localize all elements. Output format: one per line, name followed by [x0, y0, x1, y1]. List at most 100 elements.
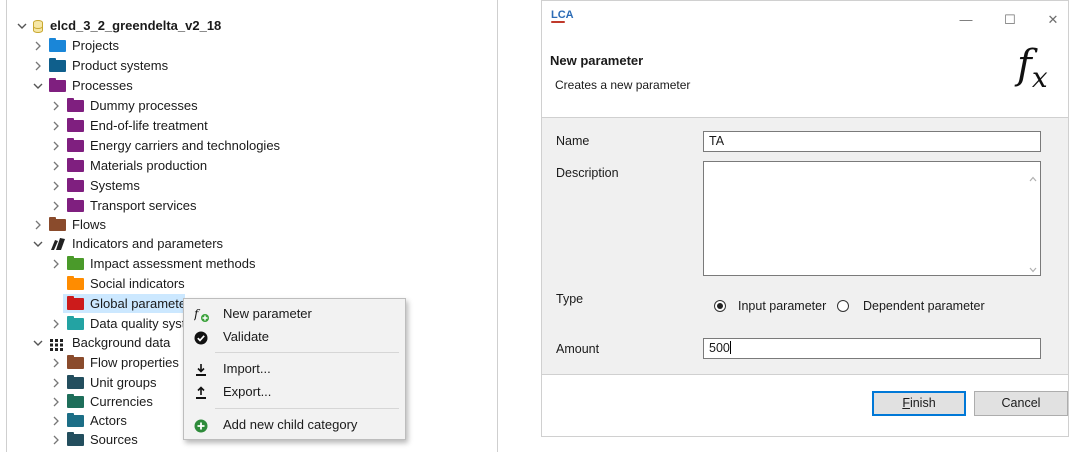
chevron-right-icon[interactable]: [51, 378, 61, 388]
tree-item-label: Currencies: [90, 394, 153, 409]
tree-item-label: Energy carriers and technologies: [90, 138, 281, 153]
tree-root[interactable]: elcd_3_2_greendelta_v2_18: [17, 16, 417, 36]
tree-item-label: Sources: [90, 432, 138, 447]
finish-label-rest: inish: [909, 396, 936, 410]
description-label: Description: [556, 166, 619, 180]
tree-item-dummy-processes[interactable]: Dummy processes: [51, 96, 351, 116]
chevron-right-icon[interactable]: [33, 220, 43, 230]
menu-item-import[interactable]: Import...: [184, 358, 405, 380]
description-field[interactable]: [703, 161, 1041, 276]
menu-item-new-parameter[interactable]: f New parameter: [184, 303, 405, 325]
indicators-icon: [49, 237, 67, 251]
tree-item-end-of-life-treatment[interactable]: End-of-life treatment: [51, 116, 351, 136]
tree-item-materials-production[interactable]: Materials production: [51, 156, 351, 176]
close-button[interactable]: ✕: [1039, 8, 1067, 32]
folder-icon: [67, 355, 84, 369]
fx-subscript: x: [1031, 61, 1048, 94]
chevron-right-icon[interactable]: [51, 435, 61, 445]
menu-item-export[interactable]: Export...: [184, 381, 405, 403]
tree-item-product-systems[interactable]: Product systems: [33, 56, 333, 76]
tree-item-label: Dummy processes: [90, 98, 198, 113]
dependent-parameter-radio[interactable]: [837, 300, 849, 312]
folder-icon: [49, 38, 66, 52]
tree-item-actors[interactable]: Actors: [51, 411, 183, 431]
folder-icon: [67, 432, 84, 446]
add-circle-icon: [194, 418, 208, 433]
menu-item-label: Validate: [223, 329, 270, 344]
chevron-down-icon[interactable]: [33, 81, 43, 91]
chevron-right-icon[interactable]: [51, 121, 61, 131]
chevron-right-icon[interactable]: [51, 358, 61, 368]
chevron-down-icon[interactable]: [17, 21, 27, 31]
chevron-right-icon[interactable]: [33, 61, 43, 71]
menu-item-label: Add new child category: [223, 417, 358, 432]
tree-item-label: Indicators and parameters: [72, 236, 224, 251]
tree-item-label: Projects: [72, 38, 119, 53]
chevron-right-icon[interactable]: [33, 41, 43, 51]
tree-item-flow-properties[interactable]: Flow properties: [51, 353, 183, 373]
chevron-right-icon[interactable]: [51, 319, 61, 329]
tree-item-transport-services[interactable]: Transport services: [51, 196, 351, 216]
tree-item-label: Global parameters: [90, 296, 183, 311]
cancel-button[interactable]: Cancel: [974, 391, 1068, 416]
folder-icon: [67, 98, 84, 112]
tree-item-systems[interactable]: Systems: [51, 176, 351, 196]
minimize-button[interactable]: —: [952, 8, 980, 32]
tree-item-unit-groups[interactable]: Unit groups: [51, 373, 183, 393]
chevron-down-icon[interactable]: [33, 239, 43, 249]
menu-separator: [215, 352, 399, 353]
scroll-down-icon[interactable]: [1029, 261, 1037, 273]
tree-item-processes[interactable]: Processes: [33, 76, 333, 96]
tree-item-background-data[interactable]: Background data: [33, 333, 183, 353]
tree-item-label: End-of-life treatment: [90, 118, 208, 133]
tree-item-data-quality-systems[interactable]: Data quality systems: [51, 314, 183, 334]
tree-item-label: Data quality systems: [90, 316, 183, 331]
chevron-right-icon[interactable]: [51, 201, 61, 211]
new-parameter-dialog: LCA — ☐ ✕ New parameter Creates a new pa…: [541, 0, 1069, 437]
input-parameter-label[interactable]: Input parameter: [738, 299, 826, 313]
menu-item-label: Import...: [223, 361, 271, 376]
chevron-right-icon[interactable]: [51, 416, 61, 426]
tree-item-projects[interactable]: Projects: [33, 36, 333, 56]
tree-item-energy-carriers[interactable]: Energy carriers and technologies: [51, 136, 371, 156]
chevron-right-icon[interactable]: [51, 397, 61, 407]
folder-icon: [67, 138, 84, 152]
check-circle-icon: [194, 330, 208, 345]
finish-button[interactable]: Finish: [872, 391, 966, 416]
tree-item-impact-assessment-methods[interactable]: Impact assessment methods: [51, 254, 351, 274]
tree-item-label: Systems: [90, 178, 140, 193]
amount-field[interactable]: 500: [703, 338, 1041, 359]
tree-item-indicators-and-parameters[interactable]: Indicators and parameters: [33, 234, 333, 254]
tree-item-label: Flow properties: [90, 355, 179, 370]
dependent-parameter-label[interactable]: Dependent parameter: [863, 299, 985, 313]
chevron-right-icon[interactable]: [51, 161, 61, 171]
chevron-right-icon[interactable]: [51, 259, 61, 269]
finish-mnemonic: F: [902, 396, 910, 410]
tree-item-label: Impact assessment methods: [90, 256, 256, 271]
chevron-down-icon[interactable]: [33, 338, 43, 348]
folder-icon: [49, 217, 66, 231]
maximize-button[interactable]: ☐: [996, 8, 1024, 32]
tree-item-flows[interactable]: Flows: [33, 215, 333, 235]
tree-item-label: Product systems: [72, 58, 169, 73]
name-field[interactable]: TA: [703, 131, 1041, 152]
scroll-up-icon[interactable]: [1029, 170, 1037, 182]
chevron-right-icon[interactable]: [51, 141, 61, 151]
menu-item-validate[interactable]: Validate: [184, 326, 405, 348]
chevron-right-icon[interactable]: [51, 101, 61, 111]
tree-item-global-parameters[interactable]: Global parameters: [51, 294, 183, 314]
input-parameter-radio[interactable]: [714, 300, 726, 312]
menu-item-add-child-category[interactable]: Add new child category: [184, 414, 405, 436]
tree-item-label: Unit groups: [90, 375, 157, 390]
menu-separator: [215, 408, 399, 409]
folder-icon: [67, 375, 84, 389]
dialog-top-border: [542, 0, 1068, 1]
chevron-right-icon[interactable]: [51, 181, 61, 191]
database-icon: [33, 19, 43, 33]
folder-icon: [67, 276, 84, 290]
tree-item-social-indicators[interactable]: Social indicators: [51, 274, 351, 294]
name-label: Name: [556, 134, 590, 148]
tree-item-label: Background data: [72, 335, 171, 350]
tree-item-currencies[interactable]: Currencies: [51, 392, 183, 412]
footer-separator: [542, 374, 1068, 375]
